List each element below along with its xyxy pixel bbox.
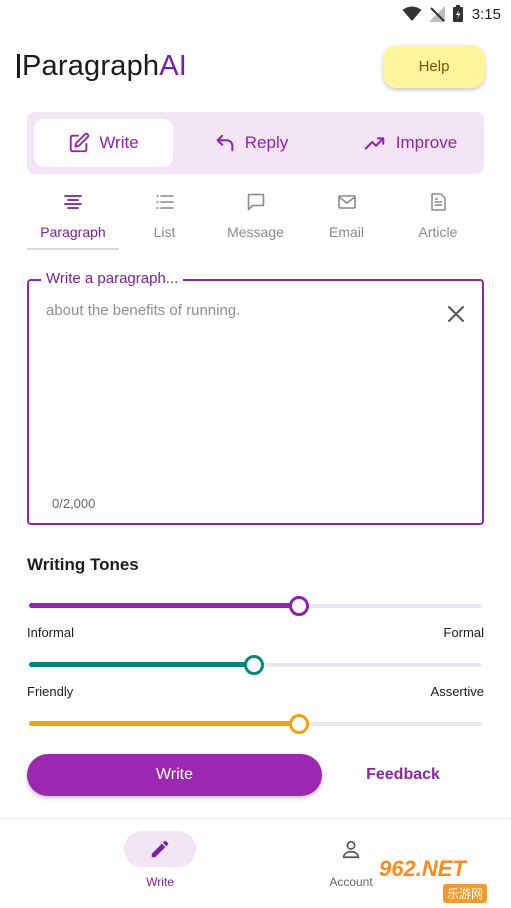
nav-item-write[interactable]: Write (100, 831, 220, 889)
message-icon (247, 193, 264, 211)
mode-tab-label: Improve (395, 133, 458, 152)
status-time: 3:15 (471, 5, 501, 23)
list-icon (155, 195, 174, 209)
reply-arrow-icon (216, 134, 234, 152)
slider-fill (29, 662, 255, 667)
tone-label-formal: Formal (443, 625, 484, 640)
help-button[interactable]: Help (383, 45, 485, 88)
article-icon (430, 193, 446, 211)
write-button[interactable]: Write (27, 754, 322, 796)
slider-fill (29, 721, 299, 726)
battery-icon (452, 5, 463, 22)
watermark-sub-text: 乐游网 (443, 884, 488, 903)
tone-label-informal: Informal (27, 625, 74, 640)
type-tab-label: Paragraph (40, 224, 106, 240)
mode-tab-reply[interactable]: Reply (191, 119, 311, 167)
slider-thumb[interactable] (288, 714, 309, 734)
mode-tab-label: Write (99, 133, 139, 152)
logo-main-text: Paragraph (22, 50, 160, 82)
edit-square-icon (70, 132, 90, 153)
tone-slider-third[interactable] (29, 714, 482, 734)
tone-slider-assertiveness[interactable] (29, 655, 482, 675)
type-tab-label: Message (227, 224, 284, 240)
paragraph-icon (64, 195, 82, 209)
type-tab-label: Email (328, 224, 364, 240)
status-icons: 3:15 (402, 5, 501, 23)
mode-selector: Write Reply Improve (27, 112, 484, 174)
type-tab-paragraph[interactable]: Paragraph (27, 190, 119, 250)
feedback-button[interactable]: Feedback (342, 754, 464, 796)
type-tab-email[interactable]: Email (301, 190, 392, 250)
writing-tones-title: Writing Tones (27, 555, 139, 574)
type-tab-label: List (153, 224, 176, 240)
character-counter: 0/2,000 (52, 496, 96, 511)
email-icon (337, 195, 356, 209)
wifi-icon (402, 6, 422, 21)
nav-label: Write (146, 875, 174, 889)
active-tab-indicator (27, 248, 119, 250)
trending-up-icon (364, 137, 385, 150)
site-watermark: 962.NET 乐游网 (373, 856, 511, 904)
nav-pill (124, 831, 196, 867)
close-icon[interactable] (445, 303, 467, 325)
nav-label: Account (329, 875, 373, 889)
type-tab-label: Article (418, 224, 458, 240)
mode-tab-improve[interactable]: Improve (343, 119, 477, 167)
slider-fill (29, 603, 299, 608)
no-signal-icon (428, 6, 445, 22)
app-logo: ParagraphAI (17, 50, 187, 83)
input-placeholder: about the benefits of running. (46, 302, 241, 319)
content-type-tabs: Paragraph List Message Email Article (27, 190, 484, 252)
pencil-icon (151, 840, 169, 858)
mode-tab-write[interactable]: Write (34, 119, 173, 167)
status-bar: 3:15 (0, 0, 511, 30)
type-tab-message[interactable]: Message (210, 190, 301, 250)
slider-thumb[interactable] (244, 655, 265, 675)
logo-accent-text: AI (159, 50, 188, 82)
tone-label-friendly: Friendly (27, 684, 74, 699)
logo-bar-mark (17, 54, 20, 78)
mode-tab-label: Reply (244, 133, 289, 152)
tone-label-assertive: Assertive (430, 684, 484, 699)
slider-thumb[interactable] (288, 596, 309, 616)
watermark-main-text: 962.NET (379, 856, 466, 881)
type-tab-list[interactable]: List (119, 190, 210, 250)
app-header: ParagraphAI Help (0, 40, 511, 96)
paragraph-input-field[interactable]: Write a paragraph... about the benefits … (27, 270, 484, 525)
input-label: Write a paragraph... (41, 270, 184, 287)
person-icon (342, 840, 360, 859)
type-tab-article[interactable]: Article (392, 190, 484, 250)
tone-slider-formality[interactable] (29, 596, 482, 616)
